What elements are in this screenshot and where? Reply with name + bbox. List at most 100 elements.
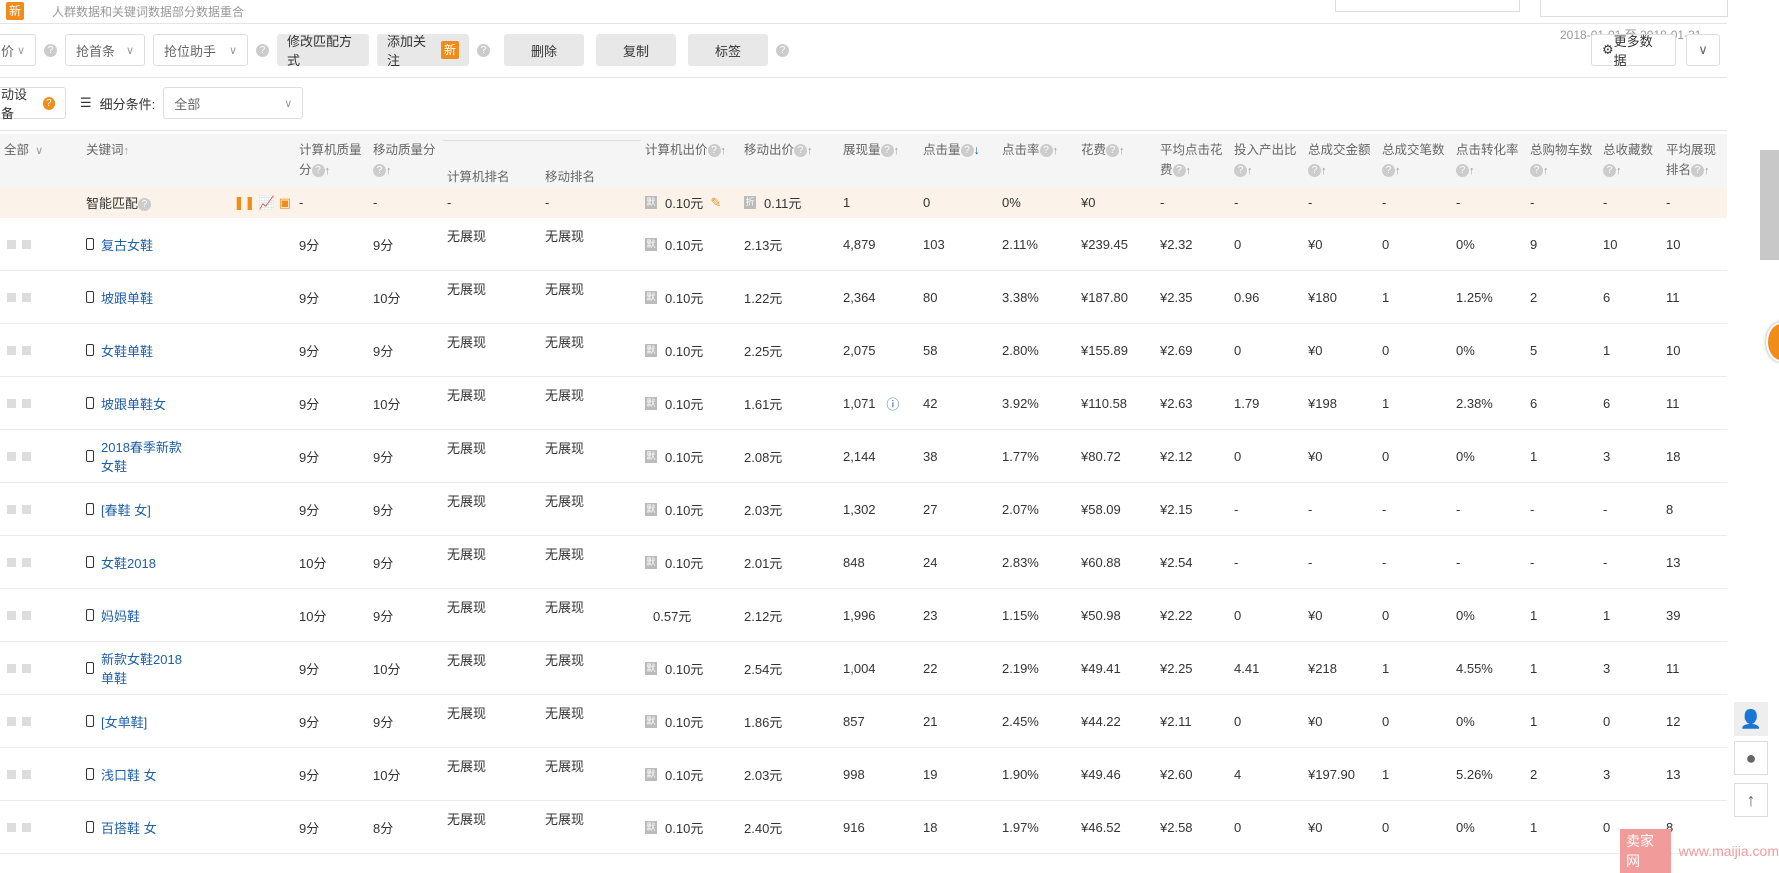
cell-value[interactable]: 0.10元 — [665, 447, 703, 466]
sort-arrow-icon[interactable]: ↑ — [124, 145, 130, 157]
keyword-link[interactable]: [春鞋 女] — [101, 500, 151, 519]
cell-value[interactable]: 0.10元 — [665, 288, 703, 307]
help-icon[interactable]: ? — [707, 144, 721, 158]
row-select-cell[interactable] — [0, 377, 82, 429]
column-header[interactable]: 总收藏数? ↑ — [1599, 134, 1662, 193]
cell-value[interactable]: 0.10元 — [665, 235, 703, 254]
sort-arrow-icon[interactable]: ↓ — [974, 143, 980, 157]
cell-value[interactable]: 0.10元 — [665, 341, 703, 360]
help-icon[interactable]: ? — [44, 43, 57, 57]
column-header[interactable]: 点击转化率? ↑ — [1452, 134, 1526, 193]
edit-pencil-icon[interactable]: ✎ — [703, 195, 722, 211]
floating-badge[interactable] — [1766, 322, 1779, 362]
column-header[interactable]: 平均展现排名? ↑ — [1662, 134, 1727, 193]
column-header[interactable]: 投入产出比? ↑ — [1230, 134, 1304, 193]
keyword-link[interactable]: 百搭鞋 女 — [101, 818, 157, 837]
help-icon[interactable]: ? — [776, 43, 789, 57]
cell-value[interactable]: 0.10元 — [665, 765, 703, 784]
cell-value[interactable]: 0.10元 — [665, 659, 703, 678]
sort-arrow-icon[interactable]: ↑ — [1186, 165, 1192, 177]
copy-button[interactable]: 复制 — [596, 34, 676, 66]
help-icon[interactable]: ? — [1603, 164, 1616, 178]
help-icon[interactable]: ? — [256, 43, 269, 57]
scrollbar[interactable] — [1760, 150, 1779, 260]
help-icon[interactable]: ? — [477, 43, 490, 57]
cell-value[interactable]: 0.10元 — [665, 500, 703, 519]
column-header[interactable]: 点击量? ↓ — [919, 134, 998, 193]
help-icon[interactable]: ? — [138, 198, 152, 212]
row-select-cell[interactable] — [0, 536, 82, 588]
sort-arrow-icon[interactable]: ↑ — [1616, 165, 1622, 177]
cell-value[interactable]: 0.10元 — [665, 394, 703, 413]
keyword-link[interactable]: 浅口鞋 女 — [101, 765, 157, 784]
help-icon[interactable]: ? — [794, 144, 808, 158]
column-header[interactable]: 平均点击花费? ↑ — [1156, 134, 1230, 193]
cell-value[interactable]: 0.10元 — [665, 818, 703, 837]
keyword-link[interactable]: 新款女鞋2018单鞋 — [101, 649, 185, 687]
sort-arrow-icon[interactable]: ↑ — [721, 145, 727, 157]
row-select-cell[interactable] — [0, 589, 82, 641]
help-icon[interactable]: ? — [1234, 164, 1247, 178]
add-follow-button[interactable]: 添加关注新 — [377, 34, 469, 68]
sort-arrow-icon[interactable]: ↑ — [1119, 145, 1125, 157]
keyword-link[interactable]: 复古女鞋 — [101, 235, 153, 254]
sort-arrow-icon[interactable]: ↑ — [1053, 145, 1059, 157]
row-select-cell[interactable] — [0, 218, 82, 270]
row-select-cell[interactable] — [0, 324, 82, 376]
keyword-link[interactable]: 2018春季新款女鞋 — [101, 437, 185, 475]
help-icon[interactable]: ? — [1106, 144, 1120, 158]
column-header[interactable]: 移动出价? ↑ — [740, 134, 839, 193]
column-header[interactable]: 展现量? ↑ — [839, 134, 919, 193]
customer-service-icon[interactable]: 👤 — [1734, 702, 1768, 736]
device-select[interactable]: 动设备? — [0, 87, 66, 121]
keyword-link[interactable]: 坡跟单鞋 — [101, 288, 153, 307]
column-header[interactable]: 计算机质量分? ↑ — [295, 134, 369, 193]
help-icon[interactable]: ? — [373, 164, 386, 178]
expand-button[interactable]: ∨ — [1686, 34, 1720, 66]
more-data-button[interactable]: ⚙ 更多数据 — [1591, 34, 1676, 68]
column-header[interactable]: 移动质量分? ↑ — [369, 134, 443, 193]
sort-arrow-icon[interactable]: ↑ — [386, 165, 392, 177]
help-icon[interactable]: ? — [960, 144, 974, 158]
feedback-icon[interactable]: ● — [1734, 741, 1768, 775]
cell-value[interactable]: 0.10元 — [665, 553, 703, 572]
row-select-cell[interactable] — [0, 430, 82, 482]
condition-select[interactable]: 全部 ∨ — [163, 87, 304, 119]
help-icon[interactable]: ? — [1172, 164, 1186, 178]
help-icon[interactable]: ? — [1308, 164, 1321, 178]
help-icon[interactable]: ? — [1530, 164, 1543, 178]
date-select[interactable] — [1335, 0, 1520, 12]
row-select-cell[interactable] — [0, 642, 82, 694]
help-icon[interactable]: ? — [1456, 164, 1469, 178]
row-select-cell[interactable] — [0, 748, 82, 800]
row-select-cell[interactable] — [0, 483, 82, 535]
help-icon[interactable]: ? — [311, 164, 325, 178]
row-select-cell[interactable] — [0, 801, 82, 853]
column-header[interactable]: 全部 ∨ — [0, 134, 82, 193]
delete-button[interactable]: 删除 — [504, 34, 584, 66]
info-icon[interactable]: ⓘ — [876, 394, 899, 413]
column-header[interactable]: 计算机排名 — [443, 140, 541, 193]
rank-assistant-select[interactable]: 抢位助手 ∨ — [153, 34, 248, 66]
sort-arrow-icon[interactable]: ↑ — [807, 145, 813, 157]
back-to-top-icon[interactable]: ↑ — [1734, 783, 1768, 817]
row-select-cell[interactable] — [0, 695, 82, 747]
search-box[interactable] — [1540, 0, 1728, 17]
sort-arrow-icon[interactable]: ↑ — [1321, 165, 1327, 177]
keyword-link[interactable]: [女单鞋] — [101, 712, 147, 731]
column-header[interactable]: 花费? ↑ — [1077, 134, 1156, 193]
sort-arrow-icon[interactable]: ↑ — [1469, 165, 1475, 177]
pause-icon[interactable]: ❚❚ 📈 ▣ — [234, 195, 291, 210]
cell-value[interactable]: 0.57元 — [653, 606, 691, 625]
column-header[interactable]: 总购物车数? ↑ — [1526, 134, 1599, 193]
column-header[interactable]: 关键词↑ — [82, 134, 295, 193]
tag-button[interactable]: 标签 — [688, 34, 768, 66]
row-select-cell[interactable] — [0, 271, 82, 323]
keyword-link[interactable]: 妈妈鞋 — [101, 606, 140, 625]
sort-arrow-icon[interactable]: ↑ — [1247, 165, 1253, 177]
cell-value[interactable]: 0.10元 — [665, 712, 703, 731]
column-header[interactable]: 移动排名 — [541, 140, 641, 193]
column-header[interactable]: 总成交笔数? ↑ — [1378, 134, 1452, 193]
cell-value[interactable]: 0.10元 — [665, 193, 703, 212]
bid-select[interactable]: 价 ∨ — [0, 34, 36, 66]
